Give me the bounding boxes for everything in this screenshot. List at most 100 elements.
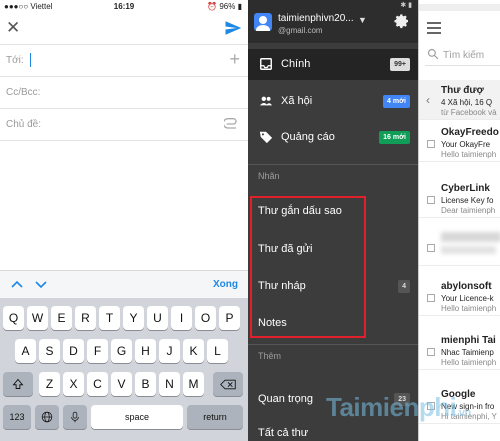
account-email: @gmail.com — [278, 26, 323, 35]
body-divider — [0, 140, 248, 141]
done-button[interactable]: Xong — [213, 279, 238, 290]
key-r[interactable]: R — [75, 306, 96, 330]
tag-icon — [259, 131, 273, 144]
key-e[interactable]: E — [51, 306, 72, 330]
account-name: taimienphivn20... — [278, 13, 354, 24]
gear-icon[interactable] — [394, 13, 410, 29]
chevron-up-icon[interactable] — [10, 277, 24, 291]
key-s[interactable]: S — [39, 339, 60, 363]
status-bar: ●●●○○ Viettel 16:19 ⏰ 96% ▮ — [0, 0, 248, 14]
redacted-text — [441, 232, 500, 242]
key-g[interactable]: G — [111, 339, 132, 363]
key-f[interactable]: F — [87, 339, 108, 363]
key-h[interactable]: H — [135, 339, 156, 363]
key-l[interactable]: L — [207, 339, 228, 363]
key-d[interactable]: D — [63, 339, 84, 363]
redacted-text — [441, 246, 496, 254]
subject-field[interactable]: Chủ đề: — [0, 108, 248, 140]
space-key[interactable]: space — [91, 405, 183, 429]
mail-checkbox[interactable] — [427, 244, 435, 252]
watermark-text: Taimienphi — [326, 392, 457, 422]
avatar[interactable] — [254, 13, 272, 31]
drawer-item-promotions[interactable]: Quảng cáo 16 mới — [248, 122, 418, 153]
return-key[interactable]: return — [187, 405, 243, 429]
list-item[interactable]: ‹ Thư đượ 4 Xã hội, 16 Q từ Facebook và — [419, 80, 500, 120]
key-t[interactable]: T — [99, 306, 120, 330]
microphone-key[interactable] — [63, 405, 87, 429]
send-icon[interactable] — [224, 19, 242, 37]
mail-checkbox[interactable] — [427, 348, 435, 356]
numbers-key[interactable]: 123 — [3, 405, 31, 429]
battery-indicator: ⏰ 96% ▮ — [207, 2, 242, 11]
drawer-item-label: Tất cả thư — [258, 427, 309, 439]
search-icon — [427, 48, 439, 60]
key-m[interactable]: M — [183, 372, 204, 396]
text-cursor — [30, 53, 31, 67]
close-icon[interactable]: ✕ — [6, 18, 20, 38]
mail-checkbox[interactable] — [427, 294, 435, 302]
people-icon — [259, 96, 273, 106]
subject-label: Chủ đề: — [6, 119, 42, 130]
key-v[interactable]: V — [111, 372, 132, 396]
labels-section-header: Nhãn — [248, 164, 418, 186]
mail-sender: CyberLink — [441, 183, 490, 194]
chevron-down-icon[interactable] — [34, 277, 48, 291]
globe-key[interactable] — [35, 405, 59, 429]
drawer-item-label: Xã hội — [281, 95, 313, 107]
microphone-icon — [71, 411, 79, 423]
list-item[interactable]: CyberLink License Key fo Dear taimienph — [419, 178, 500, 218]
drawer-item-social[interactable]: Xã hội 4 mới — [248, 86, 418, 117]
key-k[interactable]: K — [183, 339, 204, 363]
delete-key[interactable] — [213, 372, 243, 396]
search-input[interactable]: Tìm kiếm — [425, 44, 500, 66]
key-i[interactable]: I — [171, 306, 192, 330]
add-recipient-icon[interactable]: + — [229, 49, 240, 70]
key-w[interactable]: W — [27, 306, 48, 330]
globe-icon — [41, 411, 53, 423]
mail-checkbox[interactable] — [427, 196, 435, 204]
search-placeholder: Tìm kiếm — [443, 50, 485, 61]
mail-sender: Thư đượ — [441, 85, 484, 96]
key-o[interactable]: O — [195, 306, 216, 330]
list-item[interactable]: abylonsoft Your Licence-k Hello taimienp… — [419, 276, 500, 316]
mail-subject: Your OkayFre — [441, 140, 491, 149]
key-a[interactable]: A — [15, 339, 36, 363]
cc-bcc-field[interactable]: Cc/Bcc: — [0, 76, 248, 108]
mail-snippet: Hello taimienph — [441, 358, 497, 367]
shift-icon — [12, 378, 24, 389]
cc-bcc-label: Cc/Bcc: — [6, 87, 41, 98]
key-j[interactable]: J — [159, 339, 180, 363]
key-y[interactable]: Y — [123, 306, 144, 330]
drawer-item-label: Quảng cáo — [281, 131, 335, 143]
key-x[interactable]: X — [63, 372, 84, 396]
key-c[interactable]: C — [87, 372, 108, 396]
key-p[interactable]: P — [219, 306, 240, 330]
attachment-icon[interactable] — [224, 117, 240, 131]
mail-checkbox[interactable] — [427, 140, 435, 148]
key-n[interactable]: N — [159, 372, 180, 396]
keyboard-accessory-bar: Xong — [0, 270, 248, 298]
list-item[interactable]: mienphi Tai Nhac Taimienp Hello taimienp… — [419, 330, 500, 370]
key-b[interactable]: B — [135, 372, 156, 396]
to-field[interactable]: Tới: + — [0, 44, 248, 76]
key-z[interactable]: Z — [39, 372, 60, 396]
watermark: Taimienphi.vn — [326, 392, 471, 423]
shift-key[interactable] — [3, 372, 33, 396]
drawer-item-label: Quan trọng — [258, 393, 314, 405]
drawer-item-label: Chính — [281, 58, 311, 70]
key-u[interactable]: U — [147, 306, 168, 330]
mail-sender: abylonsoft — [441, 281, 492, 292]
chevron-left-icon: ‹ — [426, 93, 430, 107]
section-title: Thêm — [258, 351, 282, 361]
backspace-icon — [220, 379, 236, 390]
inbox-icon — [260, 58, 272, 70]
list-item[interactable] — [419, 226, 500, 266]
account-header[interactable]: taimienphivn20... @gmail.com ▼ — [248, 10, 418, 43]
key-q[interactable]: Q — [3, 306, 24, 330]
drawer-item-primary[interactable]: Chính 99+ — [248, 49, 418, 80]
chevron-down-icon[interactable]: ▼ — [358, 15, 367, 25]
new-count-badge: 4 mới — [383, 95, 410, 108]
mail-subject: 4 Xã hội, 16 Q — [441, 98, 493, 107]
list-item[interactable]: OkayFreedo Your OkayFre Hello taimienph — [419, 122, 500, 162]
menu-icon[interactable] — [427, 22, 441, 34]
